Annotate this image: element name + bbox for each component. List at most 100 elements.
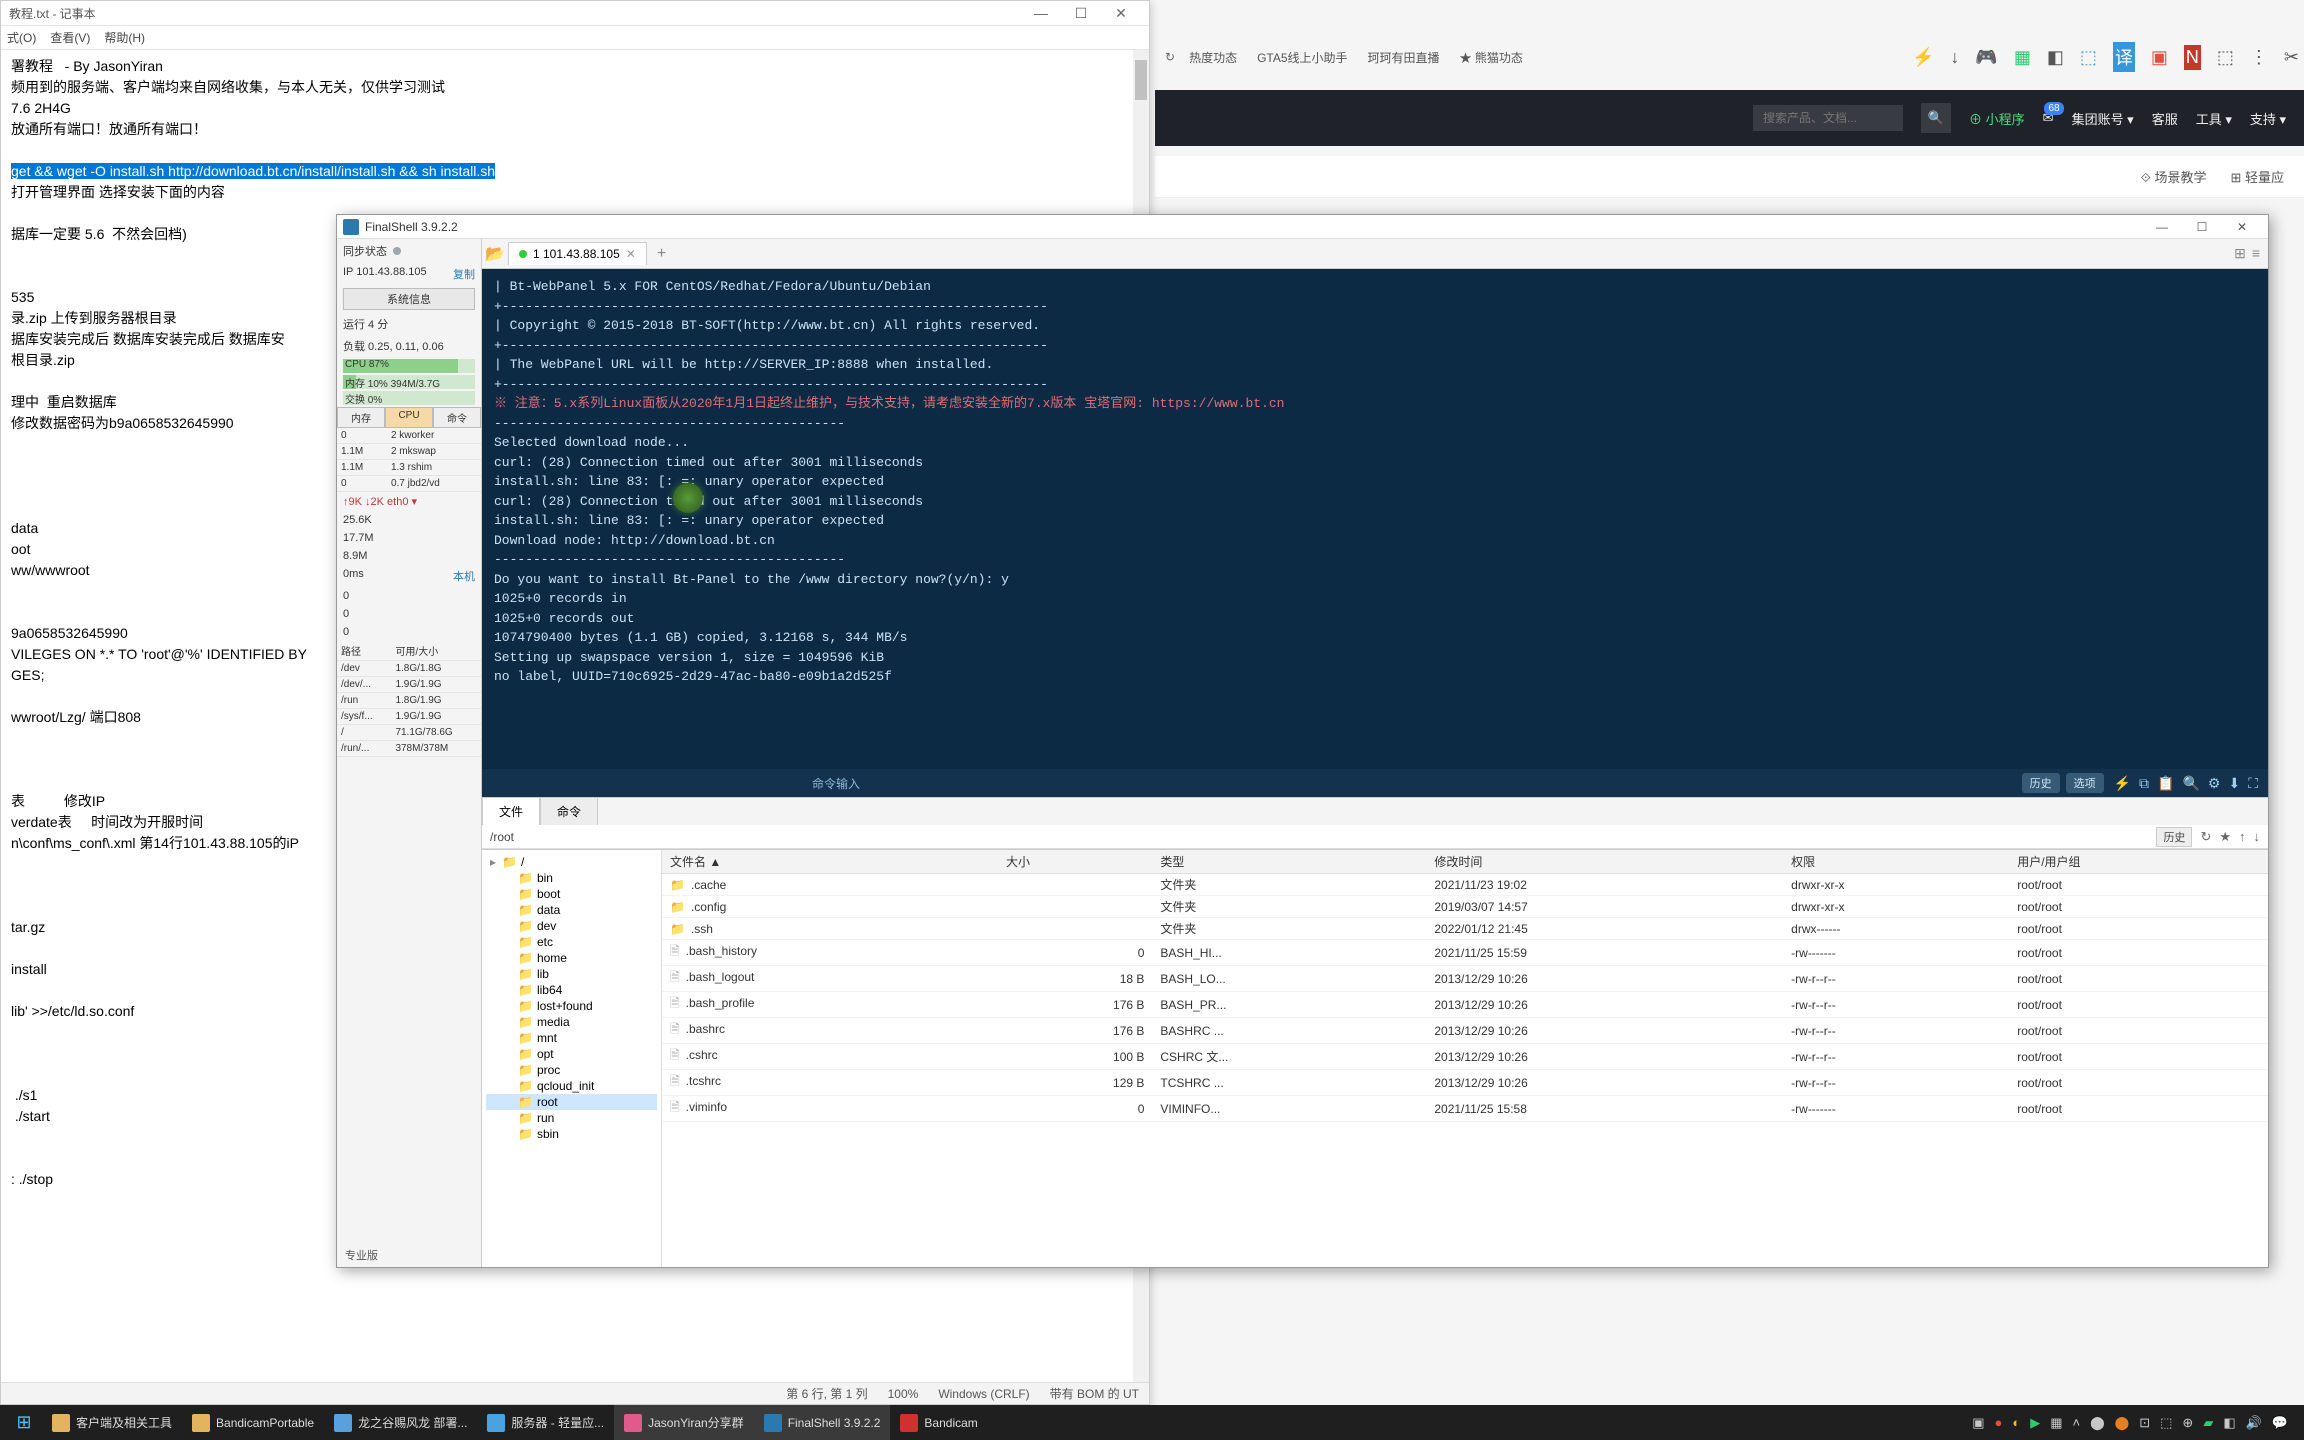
bookmark-link[interactable]: 珂珂有田直播 (1368, 49, 1440, 66)
file-row[interactable]: 🗎.cshrc100 BCSHRC 文...2013/12/29 10:26-r… (662, 1044, 2268, 1070)
paste-icon[interactable]: 📋 (2157, 775, 2174, 792)
tree-node[interactable]: 📁etc (486, 934, 657, 950)
file-list[interactable]: 文件名 ▲大小类型修改时间权限用户/用户组📁.cache文件夹2021/11/2… (662, 850, 2268, 1267)
close-icon[interactable]: ✕ (1101, 1, 1141, 26)
tab-cpu[interactable]: CPU (385, 407, 433, 428)
ext-icon[interactable]: N (2184, 45, 2201, 70)
tree-node[interactable]: 📁dev (486, 918, 657, 934)
menu-format[interactable]: 式(O) (7, 29, 36, 46)
notepad-titlebar[interactable]: 教程.txt - 记事本 — ☐ ✕ (1, 1, 1149, 26)
close-icon[interactable]: ✕ (2222, 215, 2262, 239)
search-icon[interactable]: 🔍 (1921, 103, 1951, 133)
fullscreen-icon[interactable]: ⛶ (2248, 775, 2258, 792)
ext-icon[interactable]: 🎮 (1975, 47, 1997, 68)
ext-icon[interactable]: ⋮ (2250, 47, 2268, 68)
star-icon[interactable]: ★ (2219, 829, 2231, 845)
sysinfo-button[interactable]: 系统信息 (343, 288, 475, 310)
tree-node[interactable]: 📁media (486, 1014, 657, 1030)
ext-icon[interactable]: ◧ (2047, 47, 2064, 68)
dir-tree[interactable]: ▸📁/ 📁bin 📁boot 📁data 📁dev 📁etc 📁home 📁li… (482, 850, 662, 1267)
file-row[interactable]: 🗎.bash_profile176 BBASH_PR...2013/12/29 … (662, 992, 2268, 1018)
nav-tools[interactable]: 工具 ▾ (2196, 109, 2232, 128)
tree-node[interactable]: 📁proc (486, 1062, 657, 1078)
options-button[interactable]: 选项 (2066, 773, 2104, 793)
ext-icon[interactable]: ⬚ (2080, 47, 2097, 68)
folder-icon[interactable]: 📂 (482, 244, 508, 264)
refresh-icon[interactable]: ↻ (2200, 829, 2211, 845)
tray-icon[interactable]: ◐ (2012, 1415, 2020, 1430)
file-row[interactable]: 📁.cache文件夹2021/11/23 19:02drwxr-xr-xroot… (662, 874, 2268, 896)
history-button[interactable]: 历史 (2156, 827, 2192, 847)
file-row[interactable]: 🗎.tcshrc129 BTCSHRC ...2013/12/29 10:26-… (662, 1070, 2268, 1096)
taskbar-item[interactable]: 龙之谷赐风龙 部署... (324, 1405, 477, 1440)
bookmark-link[interactable]: GTA5线上小助手 (1257, 49, 1347, 66)
tree-node[interactable]: 📁opt (486, 1046, 657, 1062)
ext-icon[interactable]: ↓ (1950, 47, 1959, 68)
sub-link[interactable]: ⟐ 场景教学 (2141, 167, 2207, 186)
tray-icon[interactable]: ⊕ (2182, 1415, 2193, 1431)
file-row[interactable]: 🗎.viminfo0VIMINFO...2021/11/25 15:58-rw-… (662, 1096, 2268, 1122)
download-icon[interactable]: ⬇ (2228, 775, 2240, 792)
tree-node[interactable]: 📁bin (486, 870, 657, 886)
ext-icon[interactable]: 译 (2113, 42, 2135, 72)
tray-icon[interactable]: ▦ (2050, 1415, 2062, 1431)
finalshell-titlebar[interactable]: FinalShell 3.9.2.2 — ☐ ✕ (337, 215, 2268, 239)
col-header[interactable]: 权限 (1783, 850, 2009, 874)
terminal-tab[interactable]: 1 101.43.88.105 ✕ (508, 242, 647, 265)
grid-view-icon[interactable]: ⊞ (2234, 245, 2246, 262)
tray-icon[interactable]: ⬤ (2115, 1415, 2130, 1431)
tab-cmd[interactable]: 命令 (433, 407, 481, 428)
taskbar-item[interactable]: JasonYiran分享群 (614, 1405, 754, 1440)
ext-icon[interactable]: ✂ (2284, 47, 2299, 68)
tree-node[interactable]: 📁boot (486, 886, 657, 902)
ext-icon[interactable]: ▦ (2014, 47, 2031, 68)
tab-files[interactable]: 文件 (482, 797, 540, 825)
tree-node[interactable]: 📁data (486, 902, 657, 918)
tray-icon[interactable]: ▰ (2203, 1415, 2213, 1431)
bolt-icon[interactable]: ⚡ (2114, 775, 2131, 792)
current-path[interactable]: /root (490, 830, 514, 844)
taskbar-item[interactable]: 客户端及相关工具 (42, 1405, 182, 1440)
col-header[interactable]: 大小 (998, 850, 1152, 874)
tree-node[interactable]: 📁home (486, 950, 657, 966)
menu-help[interactable]: 帮助(H) (104, 29, 145, 46)
tray-icon[interactable]: ◧ (2223, 1415, 2235, 1431)
col-header[interactable]: 用户/用户组 (2009, 850, 2268, 874)
tray-icon[interactable]: ▶ (2030, 1415, 2040, 1431)
nav-support[interactable]: 客服 (2152, 109, 2178, 128)
tray-icon[interactable]: ▣ (1972, 1415, 1984, 1431)
search-icon[interactable]: 🔍 (2182, 775, 2199, 792)
taskbar-item[interactable]: Bandicam (890, 1405, 987, 1440)
upload-icon[interactable]: ↑ (2239, 829, 2246, 844)
tree-node[interactable]: 📁run (486, 1110, 657, 1126)
taskbar-item[interactable]: 服务器 - 轻量应... (477, 1405, 614, 1440)
ext-icon[interactable]: ⚡ (1912, 47, 1934, 68)
file-row[interactable]: 🗎.bashrc176 BBASHRC ...2013/12/29 10:26-… (662, 1018, 2268, 1044)
tree-node[interactable]: 📁qcloud_init (486, 1078, 657, 1094)
maximize-icon[interactable]: ☐ (1061, 1, 1101, 26)
nav-help[interactable]: 支持 ▾ (2250, 109, 2286, 128)
bookmark-link[interactable]: ★ 熊猫功态 (1460, 49, 1523, 66)
tray-icon[interactable]: ⊡ (2139, 1415, 2150, 1431)
minimize-icon[interactable]: — (2142, 215, 2182, 239)
scrollbar-thumb[interactable] (1135, 60, 1147, 100)
tray-icon[interactable]: ⬚ (2160, 1415, 2172, 1431)
ext-icon[interactable]: ▣ (2151, 47, 2168, 68)
tab-mem[interactable]: 内存 (337, 407, 385, 428)
start-button[interactable]: ⊞ (6, 1412, 42, 1433)
bookmark-link[interactable]: 热度功态 (1189, 49, 1237, 66)
file-row[interactable]: 📁.ssh文件夹2022/01/12 21:45drwx------root/r… (662, 918, 2268, 940)
tray-icon[interactable]: ⬤ (2090, 1415, 2105, 1431)
tree-node[interactable]: 📁sbin (486, 1126, 657, 1142)
tree-node[interactable]: 📁root (486, 1094, 657, 1110)
tray-icon[interactable]: ● (1994, 1415, 2002, 1430)
list-view-icon[interactable]: ≡ (2252, 245, 2260, 262)
menu-view[interactable]: 查看(V) (50, 29, 90, 46)
reload-icon[interactable]: ↻ (1165, 50, 1175, 64)
tray-icon[interactable]: 💬 (2272, 1415, 2288, 1431)
minimize-icon[interactable]: — (1021, 1, 1061, 26)
history-button[interactable]: 历史 (2022, 773, 2060, 793)
tree-node[interactable]: 📁mnt (486, 1030, 657, 1046)
nav-account[interactable]: 集团账号 ▾ (2072, 109, 2134, 128)
tree-node[interactable]: 📁lib64 (486, 982, 657, 998)
